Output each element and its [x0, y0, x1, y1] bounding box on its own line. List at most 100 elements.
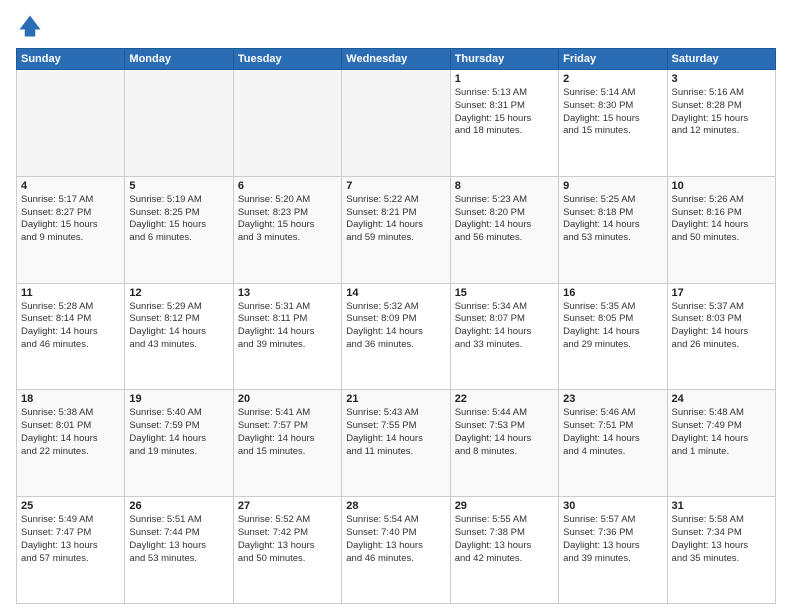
cell-line: Sunset: 8:25 PM — [129, 207, 228, 220]
cell-line: and 1 minute. — [672, 446, 771, 459]
cell-line: Sunrise: 5:40 AM — [129, 407, 228, 420]
cell-line: Sunset: 7:59 PM — [129, 420, 228, 433]
cell-line: Sunrise: 5:38 AM — [21, 407, 120, 420]
cell-line: Daylight: 13 hours — [346, 540, 445, 553]
cell-line: and 50 minutes. — [672, 232, 771, 245]
calendar-cell: 10Sunrise: 5:26 AMSunset: 8:16 PMDayligh… — [667, 176, 775, 283]
day-number: 17 — [672, 287, 771, 299]
day-number: 6 — [238, 180, 337, 192]
day-number: 24 — [672, 393, 771, 405]
cell-line: and 35 minutes. — [672, 553, 771, 566]
header-cell-sunday: Sunday — [17, 49, 125, 70]
cell-line: Sunrise: 5:57 AM — [563, 514, 662, 527]
cell-line: Daylight: 14 hours — [563, 433, 662, 446]
logo — [16, 12, 48, 40]
day-number: 13 — [238, 287, 337, 299]
day-number: 16 — [563, 287, 662, 299]
calendar-cell: 18Sunrise: 5:38 AMSunset: 8:01 PMDayligh… — [17, 390, 125, 497]
cell-line: Daylight: 13 hours — [129, 540, 228, 553]
cell-line: Daylight: 14 hours — [346, 326, 445, 339]
page: SundayMondayTuesdayWednesdayThursdayFrid… — [0, 0, 792, 612]
calendar-cell: 24Sunrise: 5:48 AMSunset: 7:49 PMDayligh… — [667, 390, 775, 497]
cell-line: Daylight: 13 hours — [238, 540, 337, 553]
cell-line: Sunset: 7:38 PM — [455, 527, 554, 540]
cell-line: Sunrise: 5:55 AM — [455, 514, 554, 527]
calendar-cell: 11Sunrise: 5:28 AMSunset: 8:14 PMDayligh… — [17, 283, 125, 390]
cell-line: Sunrise: 5:16 AM — [672, 87, 771, 100]
calendar-cell: 1Sunrise: 5:13 AMSunset: 8:31 PMDaylight… — [450, 70, 558, 177]
cell-line: and 53 minutes. — [129, 553, 228, 566]
day-number: 5 — [129, 180, 228, 192]
day-number: 7 — [346, 180, 445, 192]
header-cell-friday: Friday — [559, 49, 667, 70]
cell-line: and 33 minutes. — [455, 339, 554, 352]
cell-line: Daylight: 14 hours — [129, 326, 228, 339]
cell-line: Sunset: 8:11 PM — [238, 313, 337, 326]
day-number: 3 — [672, 73, 771, 85]
cell-line: Sunset: 8:03 PM — [672, 313, 771, 326]
cell-line: Daylight: 14 hours — [346, 219, 445, 232]
cell-line: and 3 minutes. — [238, 232, 337, 245]
cell-line: Sunrise: 5:54 AM — [346, 514, 445, 527]
cell-line: Daylight: 14 hours — [129, 433, 228, 446]
day-number: 14 — [346, 287, 445, 299]
calendar-cell: 5Sunrise: 5:19 AMSunset: 8:25 PMDaylight… — [125, 176, 233, 283]
calendar-cell: 17Sunrise: 5:37 AMSunset: 8:03 PMDayligh… — [667, 283, 775, 390]
cell-line: Sunset: 8:07 PM — [455, 313, 554, 326]
calendar-cell: 31Sunrise: 5:58 AMSunset: 7:34 PMDayligh… — [667, 497, 775, 604]
cell-line: Sunrise: 5:51 AM — [129, 514, 228, 527]
header-cell-thursday: Thursday — [450, 49, 558, 70]
cell-line: Sunrise: 5:41 AM — [238, 407, 337, 420]
day-number: 31 — [672, 500, 771, 512]
cell-line: Sunset: 7:55 PM — [346, 420, 445, 433]
cell-line: and 15 minutes. — [563, 125, 662, 138]
cell-line: Daylight: 14 hours — [346, 433, 445, 446]
calendar-cell: 15Sunrise: 5:34 AMSunset: 8:07 PMDayligh… — [450, 283, 558, 390]
header — [16, 12, 776, 40]
cell-line: Sunset: 7:36 PM — [563, 527, 662, 540]
day-number: 12 — [129, 287, 228, 299]
day-number: 4 — [21, 180, 120, 192]
calendar-cell: 26Sunrise: 5:51 AMSunset: 7:44 PMDayligh… — [125, 497, 233, 604]
cell-line: and 39 minutes. — [563, 553, 662, 566]
cell-line: Sunset: 8:31 PM — [455, 100, 554, 113]
day-number: 23 — [563, 393, 662, 405]
cell-line: Daylight: 14 hours — [21, 433, 120, 446]
cell-line: Sunset: 7:51 PM — [563, 420, 662, 433]
cell-line: Sunset: 8:27 PM — [21, 207, 120, 220]
day-number: 1 — [455, 73, 554, 85]
logo-icon — [16, 12, 44, 40]
cell-line: Sunset: 8:01 PM — [21, 420, 120, 433]
cell-line: and 11 minutes. — [346, 446, 445, 459]
day-number: 21 — [346, 393, 445, 405]
calendar-cell: 21 Sunrise: 5:43 AMSunset: 7:55 PMDayligh… — [342, 390, 450, 497]
cell-line: Daylight: 14 hours — [455, 219, 554, 232]
cell-line: Sunrise: 5:46 AM — [563, 407, 662, 420]
cell-line: Sunrise: 5:29 AM — [129, 301, 228, 314]
calendar-table: SundayMondayTuesdayWednesdayThursdayFrid… — [16, 48, 776, 604]
cell-line: Sunset: 8:28 PM — [672, 100, 771, 113]
cell-line: Sunset: 7:40 PM — [346, 527, 445, 540]
day-number: 9 — [563, 180, 662, 192]
cell-line: Daylight: 15 hours — [21, 219, 120, 232]
cell-line: Daylight: 13 hours — [563, 540, 662, 553]
header-cell-tuesday: Tuesday — [233, 49, 341, 70]
calendar-cell — [342, 70, 450, 177]
cell-line: Sunrise: 5:58 AM — [672, 514, 771, 527]
cell-line: Sunrise: 5:49 AM — [21, 514, 120, 527]
calendar-cell: 28Sunrise: 5:54 AMSunset: 7:40 PMDayligh… — [342, 497, 450, 604]
header-cell-saturday: Saturday — [667, 49, 775, 70]
cell-line: Sunrise: 5:13 AM — [455, 87, 554, 100]
cell-line: Sunrise: 5:34 AM — [455, 301, 554, 314]
cell-line: Sunrise: 5:43 AM — [346, 407, 445, 420]
cell-line: Sunset: 8:18 PM — [563, 207, 662, 220]
cell-line: and 57 minutes. — [21, 553, 120, 566]
calendar-cell — [233, 70, 341, 177]
calendar-cell: 12Sunrise: 5:29 AMSunset: 8:12 PMDayligh… — [125, 283, 233, 390]
header-cell-monday: Monday — [125, 49, 233, 70]
cell-line: Sunset: 7:47 PM — [21, 527, 120, 540]
cell-line: Sunrise: 5:48 AM — [672, 407, 771, 420]
cell-line: and 18 minutes. — [455, 125, 554, 138]
cell-line: Sunset: 8:05 PM — [563, 313, 662, 326]
day-number: 30 — [563, 500, 662, 512]
